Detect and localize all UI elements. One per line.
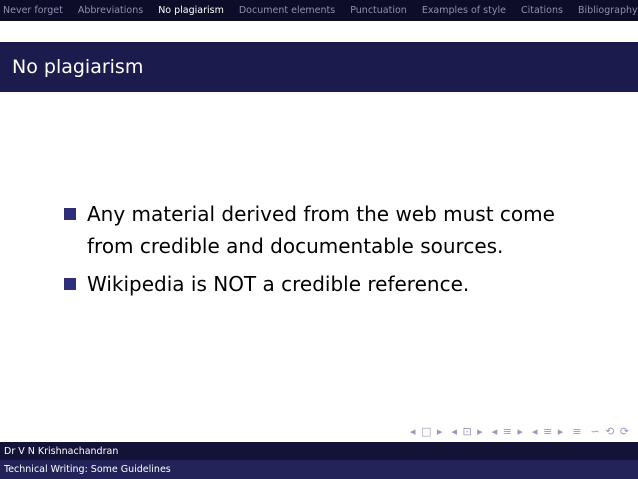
bullet-text: Wikipedia is NOT a credible reference.: [87, 272, 470, 296]
nav-section-punctuation[interactable]: Punctuation: [350, 5, 407, 16]
section-navigation: Never forget Abbreviations No plagiarism…: [0, 0, 638, 21]
subsection-list-nav-icon[interactable]: ◂ ≡ ▸: [532, 425, 564, 438]
footer-presentation-title: Technical Writing: Some Guidelines: [0, 460, 638, 479]
bullet-text: Any material derived from the web must c…: [87, 202, 555, 258]
nav-section-examples-of-style[interactable]: Examples of style: [422, 5, 506, 16]
square-bullet-icon: [64, 208, 76, 220]
square-bullet-icon: [64, 278, 76, 290]
nav-section-no-plagiarism[interactable]: No plagiarism: [158, 5, 224, 16]
outline-icon[interactable]: ≡: [572, 425, 582, 438]
nav-section-never-forget[interactable]: Never forget: [3, 5, 63, 16]
search-back-forward-icon[interactable]: ∽ ⟲ ⟳: [590, 425, 630, 438]
frame-nav-icon[interactable]: ◂ □ ▸: [410, 425, 443, 438]
subsection-nav-icon[interactable]: ◂ ⊡ ▸: [451, 425, 483, 438]
section-nav-icon[interactable]: ◂ ≡ ▸: [492, 425, 524, 438]
list-item: Wikipedia is NOT a credible reference.: [64, 268, 604, 300]
footer-author: Dr V N Krishnachandran: [0, 442, 638, 460]
nav-section-document-elements[interactable]: Document elements: [239, 5, 335, 16]
nav-section-citations[interactable]: Citations: [521, 5, 563, 16]
slide-title: No plagiarism: [0, 42, 638, 92]
nav-section-abbreviations[interactable]: Abbreviations: [78, 5, 143, 16]
list-item: Any material derived from the web must c…: [64, 198, 604, 262]
nav-section-bibliography[interactable]: Bibliography: [578, 5, 638, 16]
bullet-list: Any material derived from the web must c…: [64, 198, 604, 306]
beamer-navigation-controls: ◂ □ ▸ ◂ ⊡ ▸ ◂ ≡ ▸ ◂ ≡ ▸ ≡ ∽ ⟲ ⟳: [410, 425, 630, 438]
